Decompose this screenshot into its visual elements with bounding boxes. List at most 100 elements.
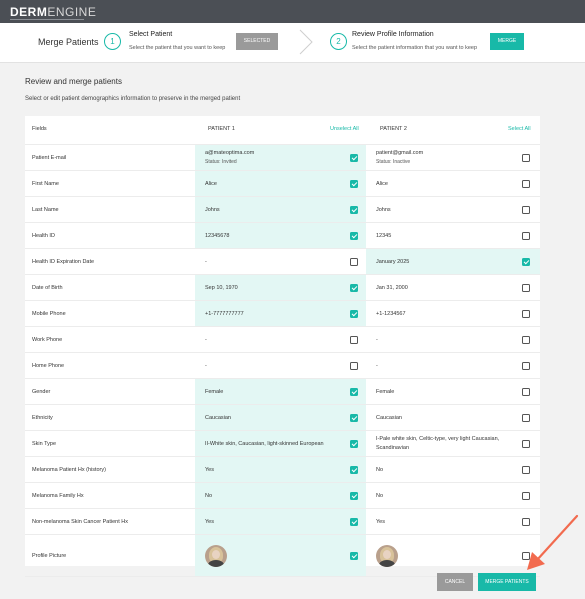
patient-1-cell[interactable]: Yes — [195, 509, 366, 534]
patient-2-cell[interactable]: Alice — [366, 171, 540, 196]
patient-1-cell[interactable]: - — [195, 327, 366, 352]
patient-2-checkbox[interactable] — [522, 336, 530, 344]
patient-2-cell[interactable]: I-Pale white skin, Celtic-type, very lig… — [366, 431, 540, 456]
patient-2-checkbox[interactable] — [522, 492, 530, 500]
patient-2-checkbox[interactable] — [522, 414, 530, 422]
patient-2-checkbox[interactable] — [522, 180, 530, 188]
patient-2-checkbox[interactable] — [522, 440, 530, 448]
patient-2-status: Status: Inactive — [376, 159, 411, 165]
field-cell: Health ID Expiration Date — [25, 249, 195, 274]
merge-step-button[interactable]: MERGE — [490, 33, 524, 50]
field-cell: Health ID — [25, 223, 195, 248]
patient-2-cell[interactable]: patient@gmail.com Status: Inactive — [366, 145, 540, 170]
patient-2-checkbox[interactable] — [522, 388, 530, 396]
patient-1-cell[interactable]: Female — [195, 379, 366, 404]
patient-1-checkbox[interactable] — [350, 440, 358, 448]
patient-1-cell[interactable]: a@mateoptima.com Status: Invited — [195, 145, 366, 170]
patient-2-cell[interactable]: No — [366, 457, 540, 482]
patient-1-cell[interactable]: Johns — [195, 197, 366, 222]
patient-1-checkbox[interactable] — [350, 518, 358, 526]
table-row: Gender Female Female — [25, 379, 540, 405]
patient-2-checkbox[interactable] — [522, 310, 530, 318]
patient-1-checkbox[interactable] — [350, 336, 358, 344]
field-cell: Melanoma Family Hx — [25, 483, 195, 508]
table-row: Health ID 12345678 12345 — [25, 223, 540, 249]
field-label: Work Phone — [32, 337, 63, 343]
selected-button[interactable]: SELECTED — [236, 33, 278, 50]
chevron-right-icon — [299, 29, 313, 55]
patient-2-cell[interactable]: Jan 31, 2000 — [366, 275, 540, 300]
patient-1-checkbox[interactable] — [350, 258, 358, 266]
patient-1-checkbox[interactable] — [350, 362, 358, 370]
patient-1-cell[interactable]: No — [195, 483, 366, 508]
patient-1-value: - — [205, 363, 207, 369]
table-row: Melanoma Patient Hx (history) Yes No — [25, 457, 540, 483]
cancel-button[interactable]: CANCEL — [437, 573, 473, 591]
unselect-all-link[interactable]: Unselect All — [330, 126, 359, 132]
field-label: Health ID Expiration Date — [32, 259, 95, 265]
merge-stepper: Merge Patients 1 Select Patient Select t… — [0, 23, 585, 63]
patient-1-checkbox[interactable] — [350, 466, 358, 474]
field-label: Profile Picture — [32, 553, 67, 559]
patient-1-checkbox[interactable] — [350, 284, 358, 292]
patient-2-cell[interactable]: Johns — [366, 197, 540, 222]
patient-1-cell[interactable]: Yes — [195, 457, 366, 482]
patient-2-checkbox[interactable] — [522, 206, 530, 214]
select-all-link[interactable]: Select All — [508, 126, 531, 132]
patient-2-value: I-Pale white skin, Celtic-type, very lig… — [376, 436, 500, 442]
patient-2-cell[interactable]: Caucasian — [366, 405, 540, 430]
patient-2-cell[interactable]: Female — [366, 379, 540, 404]
patient-2-value: Jan 31, 2000 — [376, 285, 408, 291]
patient-1-cell[interactable]: Caucasian — [195, 405, 366, 430]
patient-2-cell[interactable]: January 2025 — [366, 249, 540, 274]
patient-1-checkbox[interactable] — [350, 154, 358, 162]
table-row: Profile Picture — [25, 535, 540, 577]
patient-2-cell[interactable]: +1-1234567 — [366, 301, 540, 326]
fields-column-header: Fields — [32, 126, 47, 132]
field-cell: Skin Type — [25, 431, 195, 456]
table-row: Date of Birth Sep 10, 1970 Jan 31, 2000 — [25, 275, 540, 301]
field-label: Mobile Phone — [32, 311, 66, 317]
patient-1-value: Caucasian — [205, 415, 231, 421]
patient-1-cell[interactable]: II-White skin, Caucasian, light-skinned … — [195, 431, 366, 456]
patient-2-value: January 2025 — [376, 259, 410, 265]
patient-1-cell[interactable]: - — [195, 249, 366, 274]
field-label: Non-melanoma Skin Cancer Patient Hx — [32, 519, 128, 525]
patient-1-checkbox[interactable] — [350, 180, 358, 188]
patient-1-cell[interactable]: +1-7777777777 — [195, 301, 366, 326]
patient-2-cell[interactable]: No — [366, 483, 540, 508]
patient-2-cell[interactable]: 12345 — [366, 223, 540, 248]
table-row: Melanoma Family Hx No No — [25, 483, 540, 509]
patient-1-cell[interactable]: Alice — [195, 171, 366, 196]
patient-2-cell[interactable]: - — [366, 353, 540, 378]
table-row: First Name Alice Alice — [25, 171, 540, 197]
patient-1-checkbox[interactable] — [350, 310, 358, 318]
merge-patients-button[interactable]: MERGE PATIENTS — [478, 573, 536, 591]
patient-1-checkbox[interactable] — [350, 206, 358, 214]
patient-1-checkbox[interactable] — [350, 388, 358, 396]
field-cell: Melanoma Patient Hx (history) — [25, 457, 195, 482]
table-row: Last Name Johns Johns — [25, 197, 540, 223]
patient-1-checkbox[interactable] — [350, 552, 358, 560]
patient-2-checkbox[interactable] — [522, 284, 530, 292]
field-label: Last Name — [32, 207, 59, 213]
patient-2-cell[interactable]: - — [366, 327, 540, 352]
patient-2-value: patient@gmail.com — [376, 150, 424, 156]
stepper-title: Merge Patients — [38, 37, 99, 47]
patient-2-checkbox[interactable] — [522, 362, 530, 370]
patient-1-cell[interactable]: 12345678 — [195, 223, 366, 248]
patient-1-value: Sep 10, 1970 — [205, 285, 238, 291]
patient-1-checkbox[interactable] — [350, 414, 358, 422]
patient-2-checkbox[interactable] — [522, 258, 530, 266]
patient-2-checkbox[interactable] — [522, 466, 530, 474]
patient-1-checkbox[interactable] — [350, 232, 358, 240]
dermengine-logo[interactable]: DERMENGINE — [10, 5, 96, 19]
patient-2-cell[interactable] — [366, 535, 540, 576]
patient-1-checkbox[interactable] — [350, 492, 358, 500]
patient-2-checkbox[interactable] — [522, 232, 530, 240]
patient-1-cell[interactable] — [195, 535, 366, 576]
patient-2-cell[interactable]: Yes — [366, 509, 540, 534]
patient-1-cell[interactable]: - — [195, 353, 366, 378]
patient-2-checkbox[interactable] — [522, 154, 530, 162]
patient-1-cell[interactable]: Sep 10, 1970 — [195, 275, 366, 300]
